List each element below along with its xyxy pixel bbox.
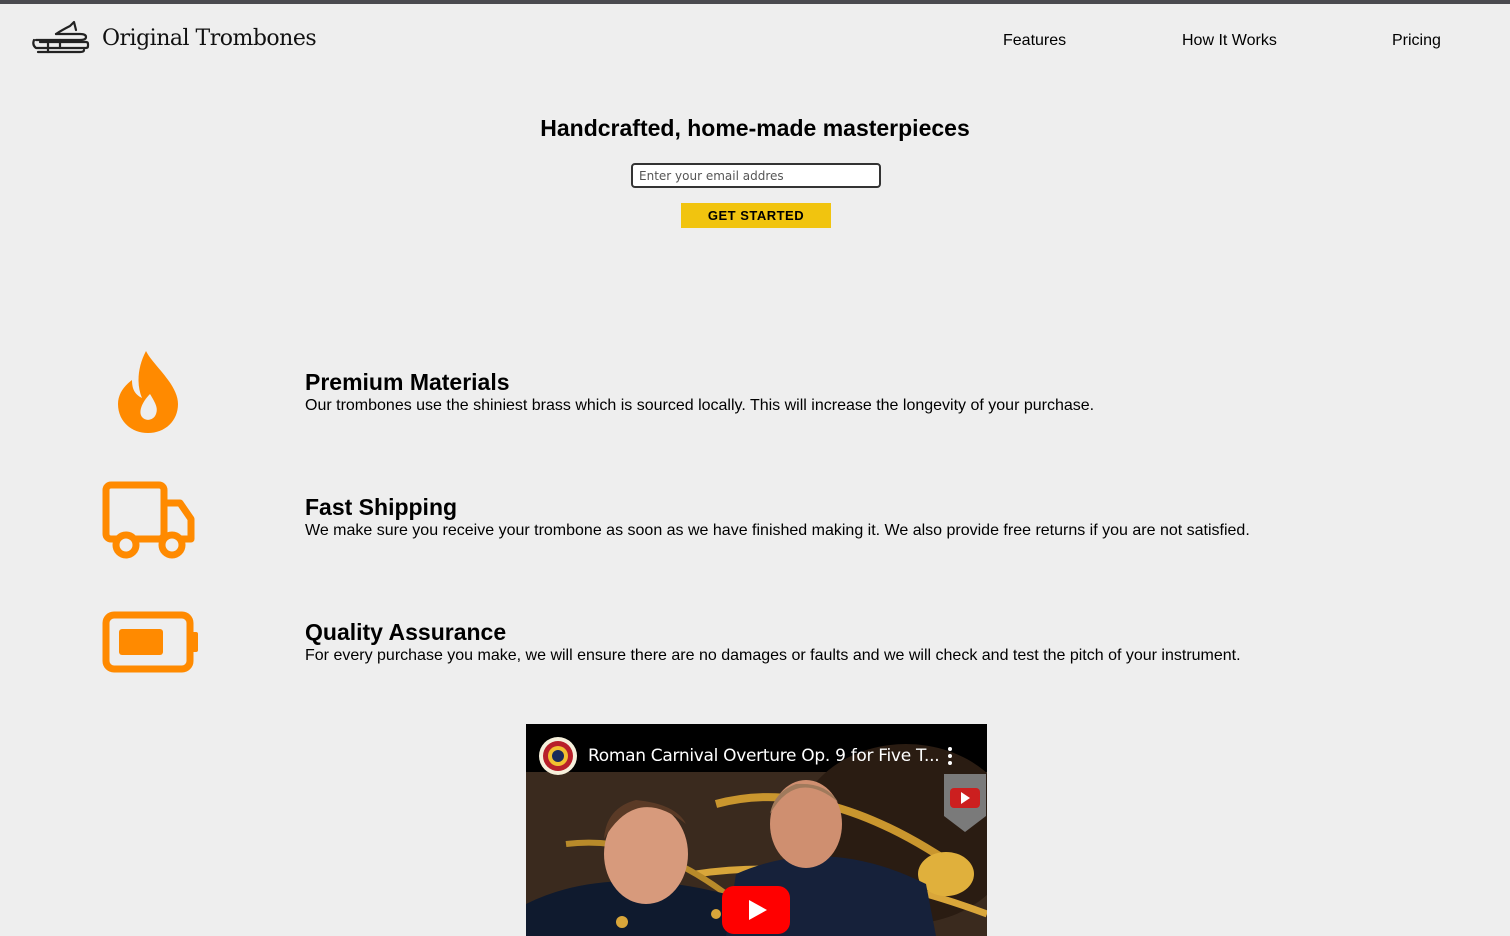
site-header: Original Trombones Features How It Works… bbox=[0, 4, 1510, 76]
feature-title: Premium Materials bbox=[305, 369, 510, 395]
feature-description: Our trombones use the shiniest brass whi… bbox=[305, 397, 1095, 414]
more-options-icon[interactable] bbox=[944, 746, 956, 766]
hero-title: Handcrafted, home-made masterpieces bbox=[540, 115, 970, 141]
video-embed[interactable]: Roman Carnival Overture Op. 9 for Five T… bbox=[526, 724, 987, 936]
feature-description: For every purchase you make, we will ens… bbox=[305, 647, 1241, 664]
logo[interactable]: Original Trombones bbox=[30, 18, 317, 58]
get-started-button[interactable]: GET STARTED bbox=[681, 203, 831, 228]
battery-icon bbox=[102, 611, 198, 673]
truck-icon bbox=[102, 481, 195, 559]
nav-link-pricing[interactable]: Pricing bbox=[1392, 32, 1441, 50]
channel-avatar[interactable] bbox=[538, 736, 578, 776]
nav-link-how-it-works[interactable]: How It Works bbox=[1182, 32, 1277, 50]
video-title[interactable]: Roman Carnival Overture Op. 9 for Five T… bbox=[588, 746, 940, 766]
trombone-icon bbox=[32, 20, 90, 54]
flame-icon bbox=[118, 351, 178, 433]
nav-link-features[interactable]: Features bbox=[1003, 32, 1066, 50]
feature-title: Fast Shipping bbox=[305, 494, 458, 520]
email-input[interactable] bbox=[631, 163, 881, 188]
feature-title: Quality Assurance bbox=[305, 619, 507, 645]
feature-description: We make sure you receive your trombone a… bbox=[305, 522, 1250, 539]
play-button-icon[interactable] bbox=[722, 886, 790, 934]
logo-text: Original Trombones bbox=[102, 25, 317, 51]
youtube-logo-icon[interactable] bbox=[944, 774, 986, 832]
